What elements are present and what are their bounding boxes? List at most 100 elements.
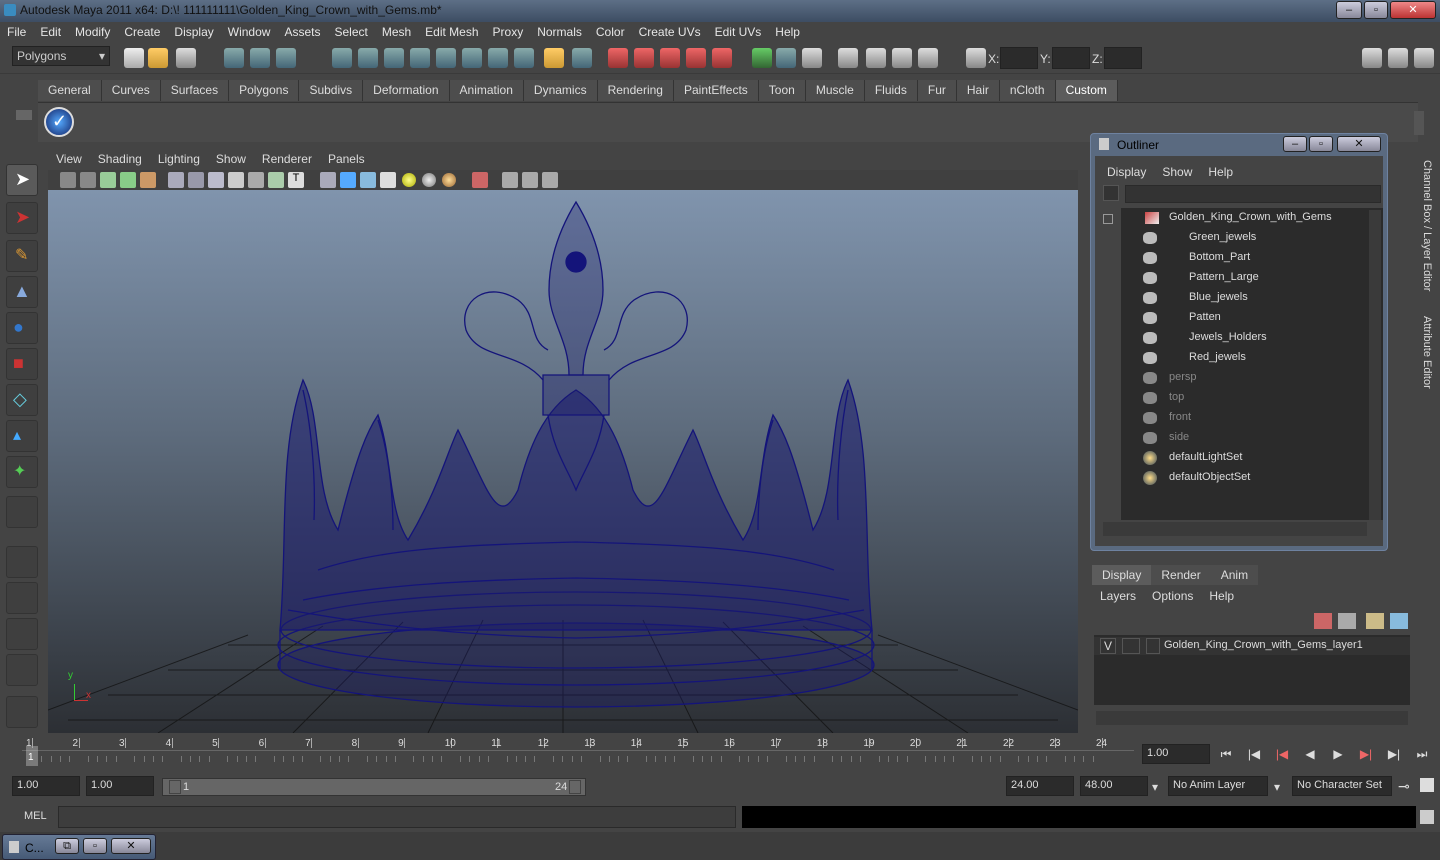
outliner-vertical-scrollbar[interactable] [1369, 210, 1381, 520]
grease-pencil-icon[interactable] [140, 172, 156, 188]
menu-create-uvs[interactable]: Create UVs [632, 22, 708, 39]
auto-key-icon[interactable]: ⊸ [1398, 778, 1410, 795]
make-live-icon[interactable] [712, 48, 732, 68]
four-view-layout-icon[interactable] [6, 582, 38, 614]
menu-display[interactable]: Display [167, 22, 220, 39]
outliner-item-group[interactable]: Golden_King_Crown_with_Gems [1121, 208, 1383, 228]
render-frame-icon[interactable] [838, 48, 858, 68]
layer-row[interactable]: V Golden_King_Crown_with_Gems_layer1 [1094, 637, 1410, 655]
select-render-icon[interactable] [488, 48, 508, 68]
menu-mesh[interactable]: Mesh [375, 22, 418, 39]
menu-edit-mesh[interactable]: Edit Mesh [418, 22, 485, 39]
layer-menu-options[interactable]: Options [1144, 589, 1201, 603]
range-slider-start-handle[interactable] [169, 780, 181, 794]
shelf-tab-custom[interactable]: Custom [1055, 80, 1118, 101]
panel-menu-view[interactable]: View [48, 152, 90, 166]
layer-color-swatch[interactable] [1146, 638, 1160, 654]
play-backward-icon[interactable]: ◀ [1302, 746, 1318, 762]
outliner-item-set[interactable]: defaultLightSet [1121, 448, 1383, 468]
input-ops-icon[interactable] [752, 48, 772, 68]
y-field[interactable] [1052, 47, 1090, 69]
hypershade-layout-icon[interactable] [6, 696, 38, 728]
select-dynamic-icon[interactable] [462, 48, 482, 68]
select-curve-icon[interactable] [384, 48, 404, 68]
playback-start-field[interactable]: 1.00 [86, 776, 154, 796]
menu-edit[interactable]: Edit [33, 22, 68, 39]
outliner-item-mesh[interactable]: Jewels_Holders [1121, 328, 1383, 348]
layer-menu-layers[interactable]: Layers [1092, 589, 1144, 603]
anim-layer-dropdown-icon[interactable]: ▾ [1152, 780, 1158, 794]
toggle-channel-box-icon[interactable] [1414, 48, 1434, 68]
outliner-item-camera[interactable]: persp [1121, 368, 1383, 388]
shelf-tab-muscle[interactable]: Muscle [805, 80, 865, 101]
outliner-item-mesh[interactable]: Blue_jewels [1121, 288, 1383, 308]
shelf-tab-curves[interactable]: Curves [101, 80, 161, 101]
select-handle-icon[interactable] [332, 48, 352, 68]
shelf-tab-hair[interactable]: Hair [956, 80, 1000, 101]
menu-window[interactable]: Window [221, 22, 278, 39]
mel-input[interactable] [58, 806, 736, 828]
scale-tool-icon[interactable]: ■ [6, 348, 38, 380]
attribute-editor-tab[interactable]: Attribute Editor [1421, 316, 1433, 389]
camera-attributes-icon[interactable] [60, 172, 76, 188]
single-perspective-layout-icon[interactable] [6, 546, 38, 578]
outliner-item-camera[interactable]: side [1121, 428, 1383, 448]
select-object-icon[interactable] [250, 48, 270, 68]
shelf-tab-polygons[interactable]: Polygons [229, 80, 300, 101]
outliner-item-camera[interactable]: front [1121, 408, 1383, 428]
panel-menu-lighting[interactable]: Lighting [150, 152, 208, 166]
panel-menu-shading[interactable]: Shading [90, 152, 150, 166]
layer-menu-help[interactable]: Help [1201, 589, 1242, 603]
save-scene-icon[interactable] [176, 48, 196, 68]
script-editor-icon[interactable] [1420, 810, 1434, 824]
select-tool-icon[interactable]: ➤ [6, 164, 38, 196]
move-tool-icon[interactable]: ▲ [6, 276, 38, 308]
xray-icon[interactable] [502, 172, 518, 188]
layer-visibility-toggle[interactable]: V [1100, 638, 1116, 654]
lasso-tool-icon[interactable]: ➤ [6, 202, 38, 234]
outliner-item-mesh[interactable]: Bottom_Part [1121, 248, 1383, 268]
menu-create[interactable]: Create [117, 22, 167, 39]
z-field[interactable] [1104, 47, 1142, 69]
current-time-field[interactable]: 1.00 [1142, 744, 1210, 764]
layer-type-toggle[interactable] [1122, 638, 1140, 654]
soft-mod-tool-icon[interactable]: ▴ [6, 420, 38, 452]
isolate-select-icon[interactable] [472, 172, 488, 188]
shelf-tab-ncloth[interactable]: nCloth [999, 80, 1056, 101]
outliner-minimize-button[interactable]: – [1283, 136, 1307, 152]
select-misc-icon[interactable] [514, 48, 534, 68]
close-window-icon[interactable]: ✕ [111, 838, 151, 854]
move-layer-down-icon[interactable] [1338, 613, 1356, 629]
shelf-tab-animation[interactable]: Animation [449, 80, 524, 101]
safe-title-icon[interactable]: T [288, 172, 304, 188]
image-plane-icon[interactable] [100, 172, 116, 188]
menu-help[interactable]: Help [768, 22, 807, 39]
shelf-tab-painteffects[interactable]: PaintEffects [673, 80, 759, 101]
rotate-tool-icon[interactable]: ● [6, 312, 38, 344]
go-to-start-icon[interactable]: ⏮ [1218, 746, 1234, 762]
safe-action-icon[interactable] [268, 172, 284, 188]
anim-layer-field[interactable]: No Anim Layer [1168, 776, 1268, 796]
shelf-menu-icon[interactable] [16, 110, 32, 120]
layer-tab-render[interactable]: Render [1151, 565, 1211, 585]
menu-set-dropdown[interactable]: Polygons ▾ [12, 46, 110, 66]
animation-start-field[interactable]: 1.00 [12, 776, 80, 796]
select-hierarchy-icon[interactable] [224, 48, 244, 68]
shelf-tab-dynamics[interactable]: Dynamics [523, 80, 598, 101]
layer-horizontal-scrollbar[interactable] [1096, 711, 1408, 725]
last-tool-icon[interactable] [6, 496, 38, 528]
character-set-field[interactable]: No Character Set [1292, 776, 1392, 796]
gate-mask-icon[interactable] [228, 172, 244, 188]
outliner-item-set[interactable]: defaultObjectSet [1121, 468, 1383, 488]
film-gate-icon[interactable] [188, 172, 204, 188]
outliner-filter-icon[interactable] [1103, 185, 1119, 201]
2d-pan-zoom-icon[interactable] [120, 172, 136, 188]
ipr-render-icon[interactable] [866, 48, 886, 68]
perspective-viewport[interactable]: y x [48, 190, 1078, 733]
select-surface-icon[interactable] [410, 48, 430, 68]
new-scene-icon[interactable] [124, 48, 144, 68]
outliner-horizontal-scrollbar[interactable] [1103, 522, 1367, 536]
field-chart-icon[interactable] [248, 172, 264, 188]
range-slider[interactable]: 1 24 [162, 778, 586, 796]
character-set-dropdown-icon[interactable]: ▾ [1274, 780, 1280, 794]
